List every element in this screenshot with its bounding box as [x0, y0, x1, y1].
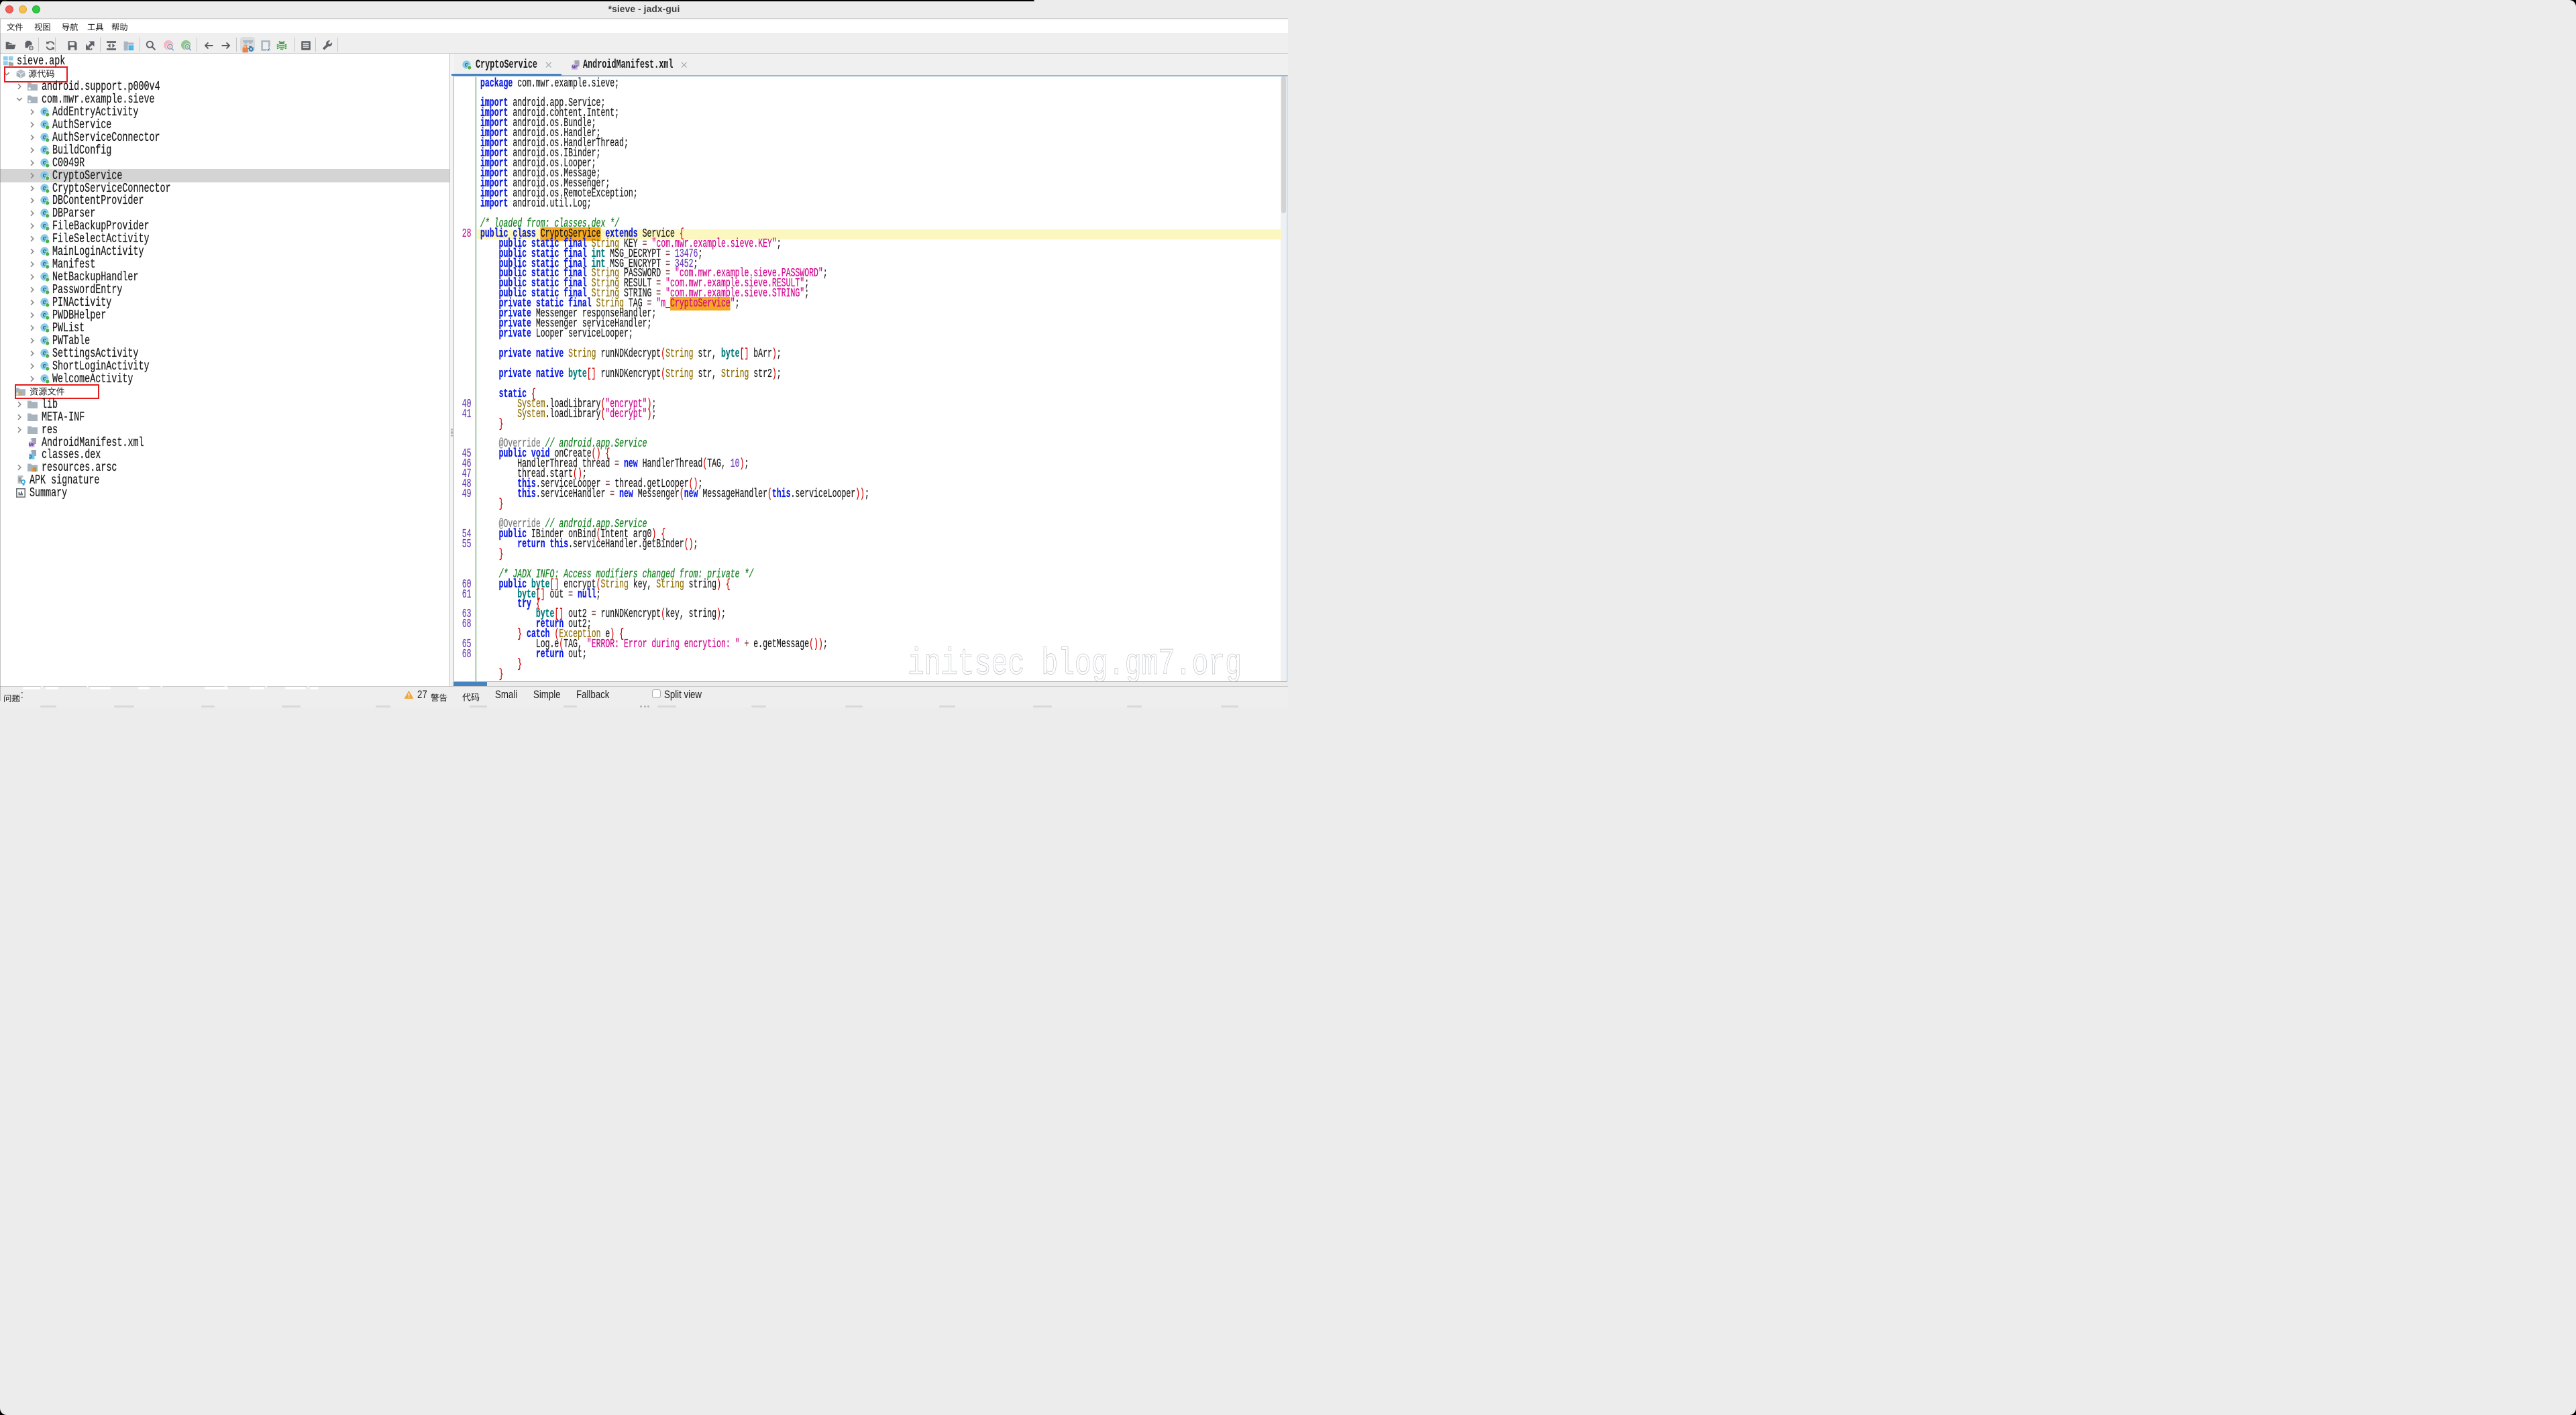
svg-text:MF: MF — [28, 443, 34, 447]
svg-text:J: J — [29, 455, 32, 459]
svg-text:MF: MF — [572, 65, 578, 70]
